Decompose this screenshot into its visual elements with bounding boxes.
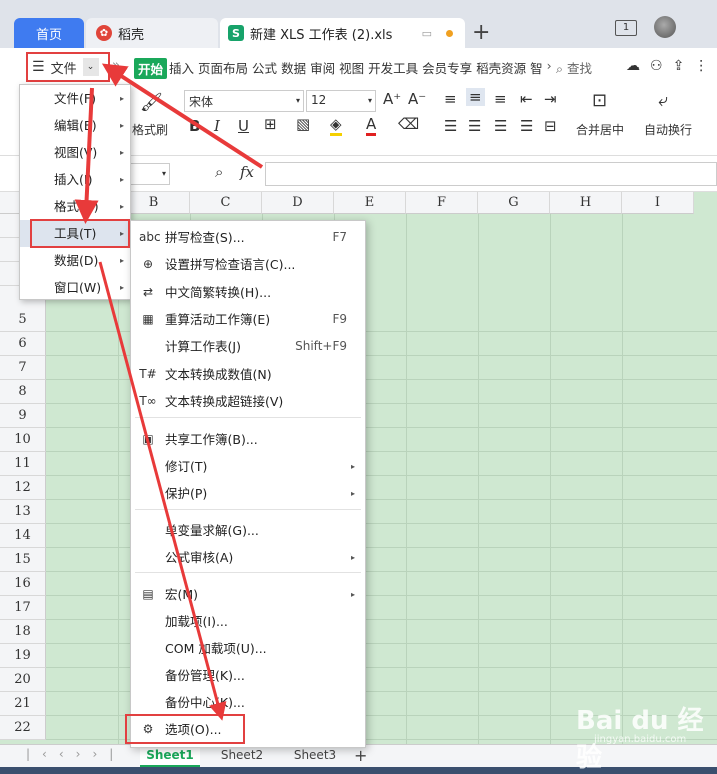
annotation-arrows: [74, 63, 264, 721]
arrow-to-options: [98, 261, 227, 721]
arrow-to-file-menu: [101, 63, 264, 169]
baidu-watermark-url: jingyan.baidu.com: [594, 734, 687, 745]
arrow-to-tools: [74, 87, 99, 224]
